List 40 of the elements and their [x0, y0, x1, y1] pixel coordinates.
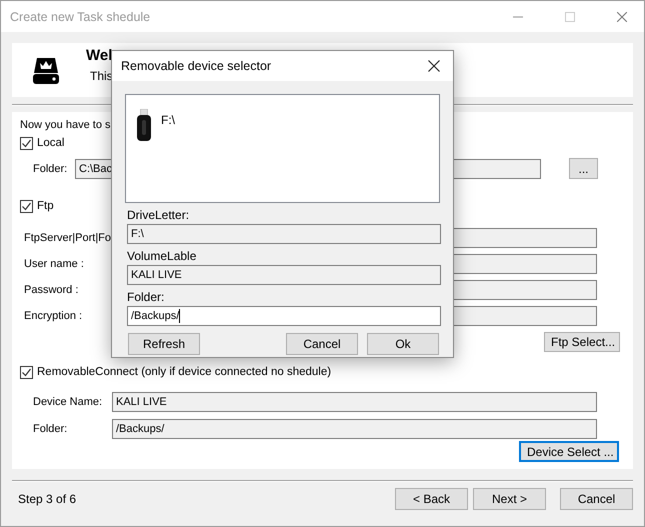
ftp-field-label: User name :	[24, 258, 85, 270]
removable-label: RemovableConnect (only if device connected no shedule)	[37, 366, 332, 378]
ftp-select-button[interactable]: Ftp Select...	[544, 332, 620, 352]
text-field[interactable]: F:\	[127, 224, 441, 244]
ftp-field-label: FtpServer|Port|Fo	[24, 232, 112, 244]
wizard-button[interactable]: < Back	[395, 488, 468, 510]
dialog-title: Removable device selector	[121, 59, 272, 73]
dialog-button[interactable]: Cancel	[286, 333, 358, 355]
ftp-field-label: Password :	[24, 284, 80, 296]
dialog-field-label: DriveLetter:	[127, 208, 190, 222]
step-text: Step 3 of 6	[18, 492, 76, 506]
intro-text: Now you have to s	[20, 118, 110, 133]
device-select-button[interactable]: Device Select ...	[519, 441, 619, 462]
ftp-checkbox[interactable]	[20, 200, 33, 212]
removable-checkbox[interactable]	[20, 366, 33, 378]
local-label: Local	[37, 137, 64, 149]
wizard-button[interactable]: Next >	[473, 488, 546, 510]
browse-button[interactable]: ...	[569, 158, 598, 179]
text-field[interactable]: KALI LIVE	[127, 265, 441, 285]
ftp-label: Ftp	[37, 200, 54, 212]
device-field-label: Folder:	[33, 423, 68, 435]
wizard-title: Wel	[86, 47, 113, 64]
dialog-field-label: Folder:	[127, 290, 166, 304]
device-field-label: Device Name:	[33, 396, 104, 408]
usb-drive-icon	[137, 109, 151, 141]
text-field[interactable]: /Backups/	[112, 419, 597, 439]
dialog-field-label: VolumeLable	[127, 249, 198, 263]
wizard-button[interactable]: Cancel	[560, 488, 633, 510]
dialog-button[interactable]: Refresh	[128, 333, 200, 355]
local-checkbox[interactable]	[20, 136, 33, 150]
device-item[interactable]: F:\	[161, 113, 175, 127]
ftp-field-label: Encryption :	[24, 310, 84, 322]
dialog-button[interactable]: Ok	[367, 333, 439, 355]
folder-label: Folder:	[33, 162, 68, 174]
close-icon[interactable]	[428, 60, 440, 72]
device-list[interactable]: F:\	[125, 94, 440, 203]
drive-crown-icon	[30, 55, 62, 87]
text-field[interactable]: /Backups/	[127, 306, 441, 326]
window-title: Create new Task shedule	[10, 10, 150, 24]
text-field[interactable]: KALI LIVE	[112, 392, 597, 412]
